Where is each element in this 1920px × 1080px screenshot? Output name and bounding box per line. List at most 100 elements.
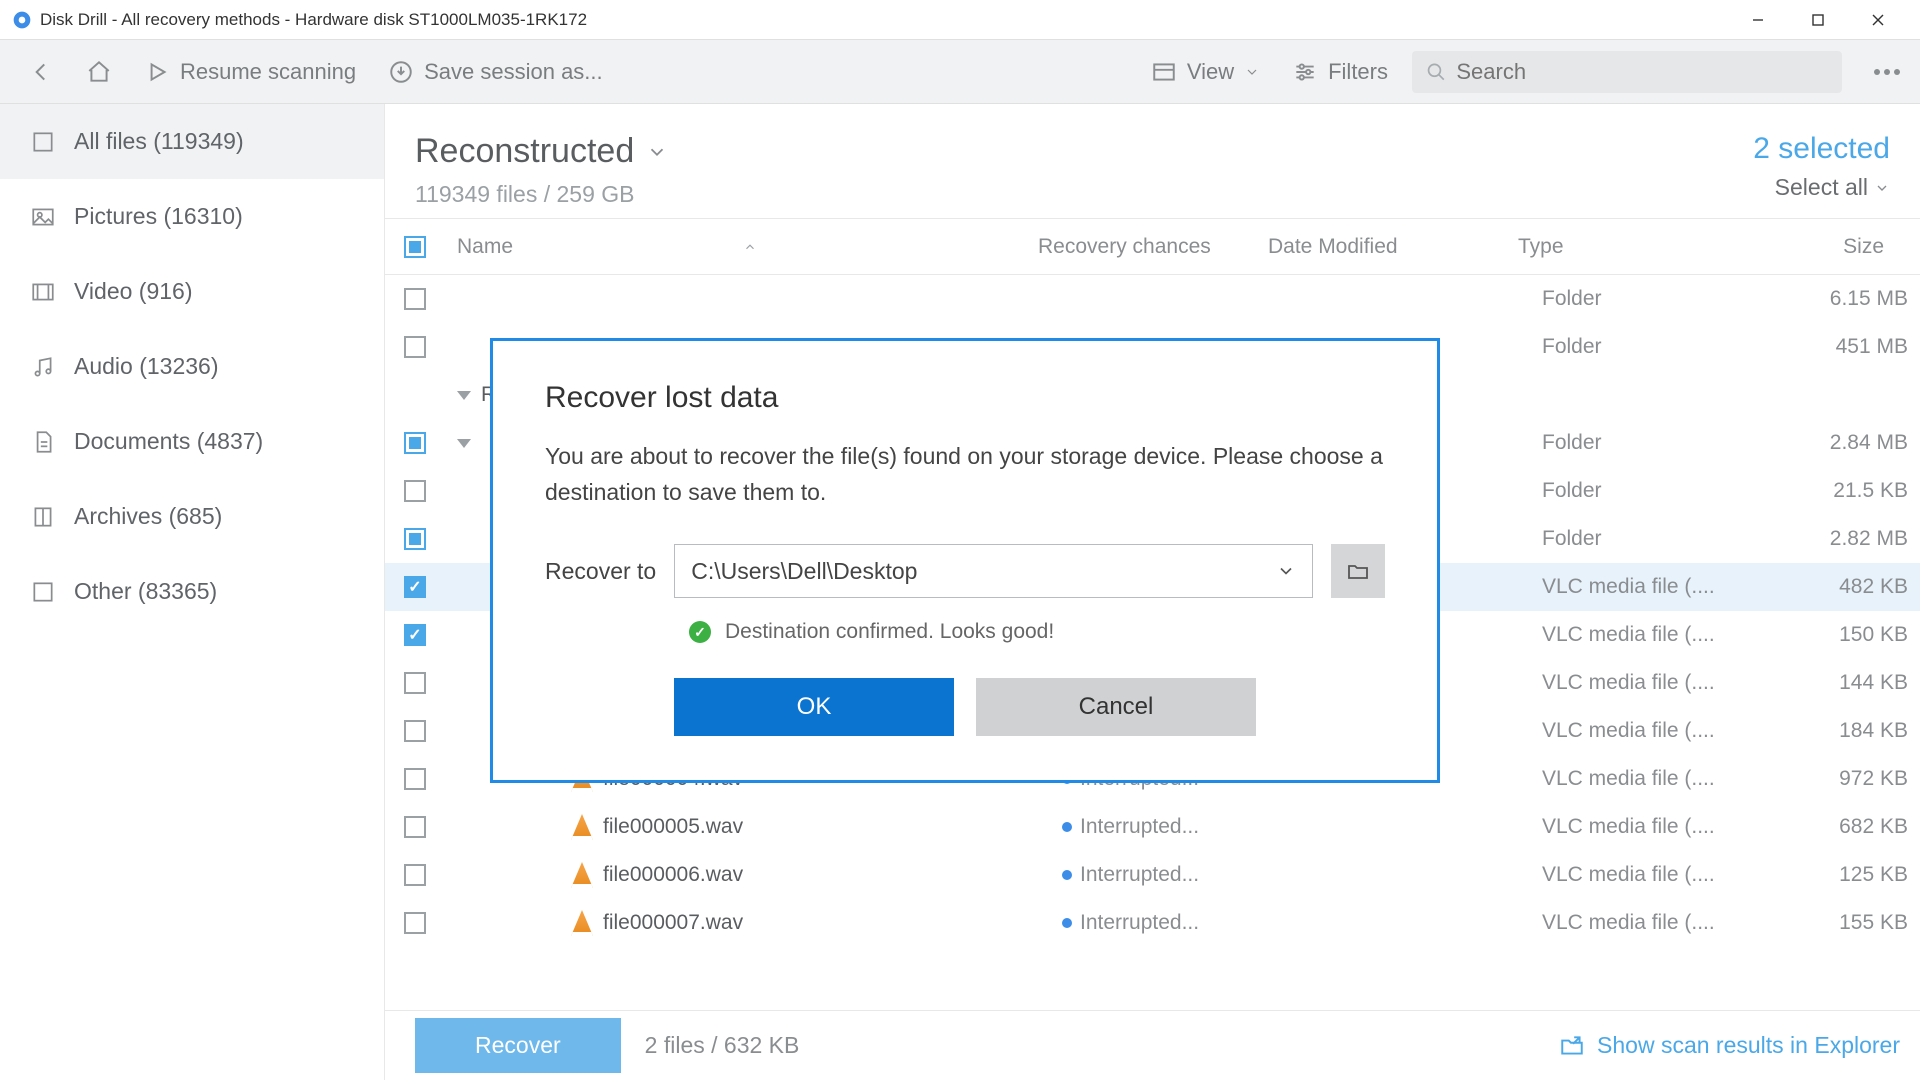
more-menu-button[interactable] <box>1874 69 1900 75</box>
file-type: VLC media file (.... <box>1530 815 1740 839</box>
file-type: Folder <box>1530 335 1740 359</box>
table-row[interactable]: Folder6.15 MB <box>385 275 1920 323</box>
dialog-title: Recover lost data <box>545 381 1385 415</box>
row-checkbox[interactable] <box>404 816 426 838</box>
recover-to-label: Recover to <box>545 558 656 585</box>
recover-dialog: Recover lost data You are about to recov… <box>490 338 1440 783</box>
sidebar-item-label: Archives (685) <box>74 503 222 530</box>
row-checkbox[interactable] <box>404 720 426 742</box>
table-row[interactable]: file000005.wav Interrupted... VLC media fi… <box>385 803 1920 851</box>
cancel-button[interactable]: Cancel <box>976 678 1256 736</box>
recovery-status: Interrupted... <box>1080 815 1199 839</box>
file-size: 155 KB <box>1740 911 1920 935</box>
vlc-file-icon <box>571 862 593 888</box>
row-checkbox[interactable] <box>404 576 426 598</box>
footer: Recover 2 files / 632 KB Show scan resul… <box>385 1010 1920 1080</box>
row-checkbox[interactable] <box>404 528 426 550</box>
sidebar-item-label: Documents (4837) <box>74 428 263 455</box>
row-checkbox[interactable] <box>404 864 426 886</box>
recovery-status: Interrupted... <box>1080 911 1199 935</box>
back-button[interactable] <box>20 53 62 91</box>
sidebar-item-label: Audio (13236) <box>74 353 219 380</box>
resume-label: Resume scanning <box>180 59 356 85</box>
show-in-explorer-link[interactable]: Show scan results in Explorer <box>1559 1032 1900 1059</box>
file-type: VLC media file (.... <box>1530 575 1740 599</box>
sidebar-item-archives[interactable]: Archives (685) <box>0 479 384 554</box>
search-input[interactable] <box>1456 59 1828 85</box>
file-size: 482 KB <box>1740 575 1920 599</box>
column-name[interactable]: Name <box>445 219 1026 274</box>
expand-caret-icon[interactable] <box>457 391 471 400</box>
recovery-status: Interrupted... <box>1080 863 1199 887</box>
row-checkbox[interactable] <box>404 336 426 358</box>
sidebar-item-video[interactable]: Video (916) <box>0 254 384 329</box>
minimize-button[interactable] <box>1728 0 1788 40</box>
chevron-down-icon <box>1874 180 1890 196</box>
window-title: Disk Drill - All recovery methods - Hard… <box>40 10 1728 30</box>
row-checkbox[interactable] <box>404 624 426 646</box>
search-box[interactable] <box>1412 51 1842 93</box>
ok-button[interactable]: OK <box>674 678 954 736</box>
recover-button[interactable]: Recover <box>415 1018 621 1073</box>
maximize-button[interactable] <box>1788 0 1848 40</box>
file-type: Folder <box>1530 431 1740 455</box>
column-type[interactable]: Type <box>1506 219 1716 274</box>
file-type: VLC media file (.... <box>1530 719 1740 743</box>
row-checkbox[interactable] <box>404 288 426 310</box>
destination-confirmed: ✓ Destination confirmed. Looks good! <box>689 620 1385 644</box>
sidebar-item-other[interactable]: Other (83365) <box>0 554 384 629</box>
row-checkbox[interactable] <box>404 912 426 934</box>
sidebar-item-all-files[interactable]: All files (119349) <box>0 104 384 179</box>
filters-label: Filters <box>1328 59 1388 85</box>
sidebar-item-pictures[interactable]: Pictures (16310) <box>0 179 384 254</box>
column-recovery[interactable]: Recovery chances <box>1026 219 1256 274</box>
file-type: VLC media file (.... <box>1530 863 1740 887</box>
home-button[interactable] <box>78 53 120 91</box>
row-checkbox[interactable] <box>404 768 426 790</box>
save-session-button[interactable]: Save session as... <box>380 53 611 91</box>
column-size[interactable]: Size <box>1716 219 1896 274</box>
file-name: file000005.wav <box>603 815 743 839</box>
row-checkbox[interactable] <box>404 672 426 694</box>
filters-button[interactable]: Filters <box>1284 53 1396 91</box>
sidebar-item-documents[interactable]: Documents (4837) <box>0 404 384 479</box>
table-row[interactable]: file000006.wavInterrupted...VLC media fi… <box>385 851 1920 899</box>
file-size: 2.82 MB <box>1740 527 1920 551</box>
check-circle-icon: ✓ <box>689 621 711 643</box>
file-name: file000007.wav <box>603 911 743 935</box>
sidebar-item-audio[interactable]: Audio (13236) <box>0 329 384 404</box>
content-header: Reconstructed 119349 files / 259 GB 2 se… <box>385 104 1920 218</box>
file-size: 21.5 KB <box>1740 479 1920 503</box>
vlc-file-icon <box>571 814 593 840</box>
column-date[interactable]: Date Modified <box>1256 219 1506 274</box>
browse-folder-button[interactable] <box>1331 544 1385 598</box>
view-button[interactable]: View <box>1143 53 1268 91</box>
sidebar-item-label: Video (916) <box>74 278 193 305</box>
folder-icon <box>1344 559 1372 583</box>
expand-caret-icon[interactable] <box>457 439 471 448</box>
table-row[interactable]: file000007.wavInterrupted...VLC media fi… <box>385 899 1920 947</box>
header-checkbox[interactable] <box>385 219 445 274</box>
file-size: 144 KB <box>1740 671 1920 695</box>
status-dot-icon <box>1062 918 1072 928</box>
resume-scanning-button[interactable]: Resume scanning <box>136 53 364 91</box>
titlebar: Disk Drill - All recovery methods - Hard… <box>0 0 1920 40</box>
select-all-button[interactable]: Select all <box>1753 174 1890 201</box>
dialog-description: You are about to recover the file(s) fou… <box>545 439 1385 510</box>
destination-dropdown[interactable]: C:\Users\Dell\Desktop <box>674 544 1313 598</box>
file-size: 2.84 MB <box>1740 431 1920 455</box>
sidebar-item-label: All files (119349) <box>74 128 244 155</box>
status-dot-icon <box>1062 822 1072 832</box>
row-checkbox[interactable] <box>404 480 426 502</box>
page-title[interactable]: Reconstructed <box>415 132 668 171</box>
status-dot-icon <box>1062 870 1072 880</box>
file-type: Folder <box>1530 287 1740 311</box>
row-checkbox[interactable] <box>404 432 426 454</box>
file-size: 150 KB <box>1740 623 1920 647</box>
app-icon <box>12 10 32 30</box>
folder-open-icon <box>1559 1033 1585 1059</box>
save-session-label: Save session as... <box>424 59 603 85</box>
view-label: View <box>1187 59 1234 85</box>
close-button[interactable] <box>1848 0 1908 40</box>
file-type: VLC media file (.... <box>1530 623 1740 647</box>
